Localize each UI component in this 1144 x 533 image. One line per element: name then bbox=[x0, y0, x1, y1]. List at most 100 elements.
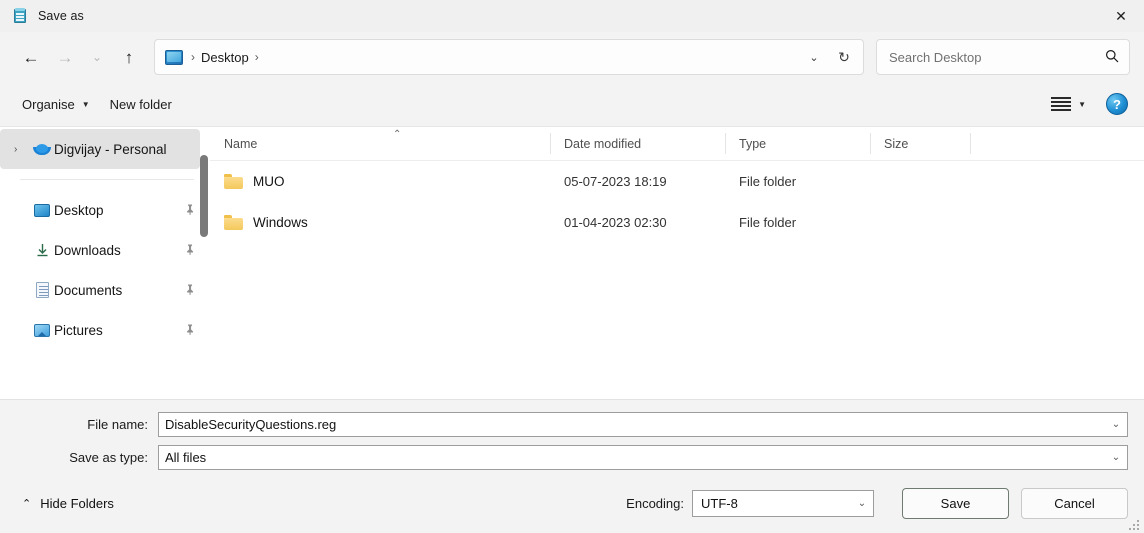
search-icon[interactable] bbox=[1101, 49, 1123, 66]
file-name-value[interactable]: DisableSecurityQuestions.reg bbox=[165, 417, 1105, 432]
sidebar-item-label: Documents bbox=[54, 283, 178, 298]
document-icon bbox=[30, 282, 54, 298]
footer: ⌃ Hide Folders Encoding: UTF-8 ⌄ Save Ca… bbox=[0, 478, 1144, 533]
save-button[interactable]: Save bbox=[902, 488, 1009, 519]
column-label: Size bbox=[884, 137, 908, 151]
back-button[interactable]: ← bbox=[14, 40, 48, 74]
help-icon: ? bbox=[1106, 93, 1128, 115]
column-label: Type bbox=[739, 137, 766, 151]
title-bar: Save as ✕ bbox=[0, 0, 1144, 32]
forward-button: → bbox=[48, 40, 82, 74]
file-name-row: File name: DisableSecurityQuestions.reg … bbox=[16, 412, 1128, 437]
save-as-type-value[interactable]: All files bbox=[165, 450, 1105, 465]
save-as-type-row: Save as type: All files ⌄ bbox=[16, 445, 1128, 470]
file-name-label: MUO bbox=[253, 174, 285, 189]
file-name-label: File name: bbox=[16, 417, 158, 432]
encoding-label: Encoding: bbox=[626, 496, 684, 511]
file-date-cell: 01-04-2023 02:30 bbox=[550, 215, 725, 230]
column-header-size[interactable]: Size bbox=[870, 127, 970, 160]
hide-folders-button[interactable]: ⌃ Hide Folders bbox=[16, 492, 120, 515]
save-as-type-select[interactable]: All files ⌄ bbox=[158, 445, 1128, 470]
navigation-bar: ← → ⌄ ↑ › Desktop › ⌄ ↻ Search Desktop bbox=[0, 32, 1144, 82]
file-type-cell: File folder bbox=[725, 174, 870, 189]
file-type-cell: File folder bbox=[725, 215, 870, 230]
breadcrumb-separator: › bbox=[185, 50, 201, 64]
column-header-type[interactable]: Type bbox=[725, 127, 870, 160]
column-headers: Name ⌃ Date modified Type Size bbox=[210, 127, 1144, 161]
column-header-name[interactable]: Name ⌃ bbox=[210, 127, 550, 160]
form-area: File name: DisableSecurityQuestions.reg … bbox=[0, 399, 1144, 478]
recent-locations-button: ⌄ bbox=[82, 40, 112, 74]
column-header-filler bbox=[970, 127, 1144, 160]
sidebar-item-onedrive[interactable]: › Digvijay - Personal bbox=[0, 129, 200, 169]
notepad-icon bbox=[12, 8, 28, 24]
chevron-down-icon: ▼ bbox=[82, 100, 90, 109]
breadcrumb-separator-trailing[interactable]: › bbox=[249, 50, 265, 64]
column-label: Date modified bbox=[564, 137, 641, 151]
save-as-dialog: Save as ✕ ← → ⌄ ↑ › Desktop › ⌄ ↻ Search… bbox=[0, 0, 1144, 533]
sidebar-item-documents[interactable]: Documents bbox=[0, 270, 200, 310]
sidebar-scrollbar-thumb[interactable] bbox=[200, 155, 208, 237]
file-name-cell: MUO bbox=[210, 174, 550, 189]
navigation-pane: › Digvijay - Personal Desktop bbox=[0, 127, 210, 399]
folder-icon bbox=[224, 174, 243, 189]
file-rows: MUO 05-07-2023 18:19 File folder Windows… bbox=[210, 161, 1144, 399]
sidebar-item-desktop[interactable]: Desktop bbox=[0, 190, 200, 230]
file-name-cell: Windows bbox=[210, 215, 550, 230]
desktop-icon bbox=[165, 50, 183, 65]
folder-icon bbox=[224, 215, 243, 230]
file-list: Name ⌃ Date modified Type Size bbox=[210, 127, 1144, 399]
pin-icon[interactable] bbox=[176, 317, 202, 343]
organise-button[interactable]: Organise ▼ bbox=[12, 91, 100, 118]
refresh-icon[interactable]: ↻ bbox=[829, 42, 859, 72]
address-bar[interactable]: › Desktop › ⌄ ↻ bbox=[154, 39, 864, 75]
sidebar-item-pictures[interactable]: Pictures bbox=[0, 310, 200, 350]
onedrive-cloud-icon bbox=[30, 144, 54, 155]
pin-icon[interactable] bbox=[176, 197, 202, 223]
desktop-icon bbox=[30, 204, 54, 217]
new-folder-button[interactable]: New folder bbox=[100, 91, 182, 118]
search-input[interactable]: Search Desktop bbox=[889, 50, 1101, 65]
sidebar-item-label: Pictures bbox=[54, 323, 178, 338]
new-folder-label: New folder bbox=[110, 97, 172, 112]
up-button[interactable]: ↑ bbox=[112, 40, 146, 74]
list-view-icon bbox=[1051, 97, 1071, 111]
picture-icon bbox=[30, 324, 54, 337]
hide-folders-label: Hide Folders bbox=[40, 496, 114, 511]
pin-icon[interactable] bbox=[176, 277, 202, 303]
breadcrumb-desktop[interactable]: Desktop bbox=[201, 50, 249, 65]
download-icon bbox=[30, 243, 54, 258]
save-as-type-label: Save as type: bbox=[16, 450, 158, 465]
sidebar-divider bbox=[20, 179, 194, 180]
sidebar-item-label: Desktop bbox=[54, 203, 178, 218]
sidebar-item-label: Downloads bbox=[54, 243, 178, 258]
table-row[interactable]: MUO 05-07-2023 18:19 File folder bbox=[210, 161, 1144, 202]
search-box[interactable]: Search Desktop bbox=[876, 39, 1130, 75]
window-title: Save as bbox=[38, 9, 84, 23]
help-button[interactable]: ? bbox=[1096, 87, 1132, 121]
table-row[interactable]: Windows 01-04-2023 02:30 File folder bbox=[210, 202, 1144, 243]
sort-ascending-icon: ⌃ bbox=[393, 129, 401, 140]
encoding-select[interactable]: UTF-8 ⌄ bbox=[692, 490, 874, 517]
chevron-down-icon: ▼ bbox=[1078, 100, 1086, 109]
toolbar: Organise ▼ New folder ▼ ? bbox=[0, 82, 1144, 126]
file-date-cell: 05-07-2023 18:19 bbox=[550, 174, 725, 189]
chevron-up-icon: ⌃ bbox=[22, 497, 31, 510]
close-icon[interactable]: ✕ bbox=[1098, 0, 1144, 32]
content-area: › Digvijay - Personal Desktop bbox=[0, 126, 1144, 399]
file-name-input[interactable]: DisableSecurityQuestions.reg ⌄ bbox=[158, 412, 1128, 437]
encoding-value[interactable]: UTF-8 bbox=[701, 496, 851, 511]
address-dropdown-icon[interactable]: ⌄ bbox=[799, 42, 829, 72]
sidebar-item-downloads[interactable]: Downloads bbox=[0, 230, 200, 270]
column-header-date-modified[interactable]: Date modified bbox=[550, 127, 725, 160]
chevron-right-icon[interactable]: › bbox=[14, 144, 30, 155]
cancel-button[interactable]: Cancel bbox=[1021, 488, 1128, 519]
view-options-button[interactable]: ▼ bbox=[1041, 91, 1096, 117]
pin-icon[interactable] bbox=[176, 237, 202, 263]
chevron-down-icon[interactable]: ⌄ bbox=[851, 498, 873, 509]
resize-grip[interactable] bbox=[1129, 518, 1141, 530]
sidebar-item-label: Digvijay - Personal bbox=[54, 142, 200, 157]
file-name-label: Windows bbox=[253, 215, 308, 230]
chevron-down-icon[interactable]: ⌄ bbox=[1105, 452, 1127, 463]
chevron-down-icon[interactable]: ⌄ bbox=[1105, 419, 1127, 430]
